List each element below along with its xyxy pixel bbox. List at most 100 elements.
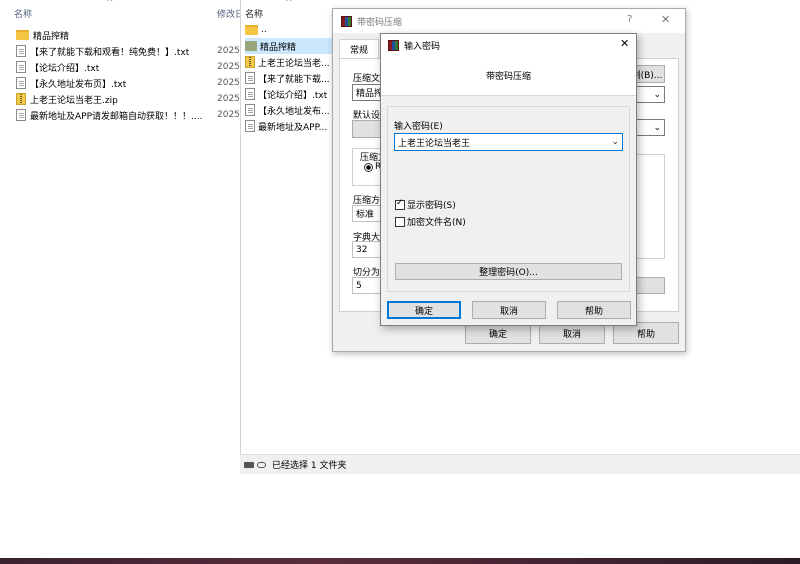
- show-password-label: 显示密码(S): [407, 201, 456, 211]
- txt-file-icon: [245, 104, 255, 116]
- file-name: 【论坛介绍】.txt: [30, 63, 100, 74]
- chevron-down-icon: ⌄: [653, 122, 661, 133]
- cancel-button-label: 取消: [562, 329, 581, 340]
- dialog-titlebar: 输入密码: [381, 34, 636, 56]
- winrar-icon: [388, 39, 399, 51]
- column-header-name[interactable]: 名称: [14, 7, 32, 20]
- dialog-header-text: 带密码压缩: [485, 72, 531, 82]
- set-password-button[interactable]: [633, 277, 665, 294]
- file-row-selected[interactable]: 精品搾精: [245, 38, 335, 54]
- drive-icon: [244, 461, 254, 468]
- password-label: 输入密码(E): [394, 122, 443, 132]
- taskbar-strip: [0, 558, 800, 564]
- format-rar-radio[interactable]: R: [364, 162, 381, 172]
- file-row[interactable]: 【永久地址发布...: [245, 102, 330, 118]
- dictionary-value: 32: [356, 244, 368, 255]
- file-name: 精品搾精: [33, 31, 70, 42]
- file-row[interactable]: 【来了就能下载...: [245, 70, 330, 86]
- tab-general-label: 常规: [349, 46, 368, 56]
- ok-button-label: 确定: [488, 329, 507, 340]
- file-name: 【论坛介绍】.txt: [258, 90, 328, 101]
- cancel-button-label: 取消: [499, 306, 518, 317]
- txt-file-icon: [16, 109, 26, 121]
- file-row[interactable]: 【论坛介绍】.txt: [245, 86, 327, 102]
- show-password-checkbox[interactable]: 显示密码(S): [395, 198, 456, 211]
- file-row[interactable]: 精品搾精: [16, 27, 69, 43]
- split-volume-field[interactable]: 5: [352, 277, 382, 294]
- txt-file-icon: [245, 88, 255, 100]
- file-row[interactable]: ..: [245, 22, 267, 38]
- password-input[interactable]: 上老王论坛当老王 ⌄: [394, 133, 623, 151]
- winrar-icon: [341, 15, 352, 27]
- file-date: 2025: [217, 94, 240, 104]
- dictionary-select[interactable]: 32: [352, 241, 382, 258]
- column-header-name[interactable]: 名称: [245, 7, 263, 20]
- ok-button[interactable]: 确定: [387, 301, 461, 319]
- txt-file-icon: [245, 72, 255, 84]
- archive-name-label: 压缩文: [353, 74, 381, 84]
- zip-file-icon: [16, 93, 26, 105]
- txt-file-icon: [245, 120, 255, 132]
- help-button-label: 帮助: [636, 329, 655, 340]
- status-bar: 已经选择 1 文件夹: [240, 454, 800, 474]
- sort-arrow-icon: ^: [106, 0, 114, 8]
- file-row[interactable]: 上老王论坛当老王.zip: [16, 91, 118, 107]
- file-name: 【永久地址发布页】.txt: [30, 79, 127, 90]
- file-name: ..: [261, 25, 267, 35]
- folder-up-icon: [245, 25, 258, 35]
- file-row[interactable]: 【论坛介绍】.txt: [16, 59, 99, 75]
- sort-arrow-icon: ^: [285, 0, 293, 8]
- archive-options-group: [633, 154, 665, 259]
- txt-file-icon: [16, 77, 26, 89]
- archive-name-value: 精品搾: [356, 89, 384, 99]
- file-row[interactable]: 【永久地址发布页】.txt: [16, 75, 126, 91]
- ok-button-label: 确定: [414, 306, 433, 317]
- method-select[interactable]: 标准: [352, 205, 382, 222]
- file-name: 上老王论坛当老王.zip: [30, 95, 118, 106]
- file-name: 最新地址及APP...: [258, 122, 328, 133]
- dialog-header: 带密码压缩: [381, 56, 636, 96]
- file-name: 【来了就能下载...: [258, 74, 330, 85]
- method-value: 标准: [356, 210, 375, 220]
- chevron-down-icon: ⌄: [611, 137, 619, 147]
- checkbox-unchecked-icon: [395, 216, 405, 227]
- zip-file-icon: [245, 56, 255, 68]
- file-date: 2025: [217, 62, 240, 72]
- file-row[interactable]: 最新地址及APP请发邮箱自动获取！！！....: [16, 107, 202, 123]
- file-name: 精品搾精: [260, 42, 297, 53]
- cancel-button[interactable]: 取消: [472, 301, 546, 319]
- update-mode-select[interactable]: ⌄: [633, 86, 665, 103]
- dialog-title: 输入密码: [404, 41, 441, 52]
- close-icon[interactable]: ✕: [661, 13, 670, 26]
- txt-file-icon: [16, 61, 26, 73]
- dialog-title: 带密码压缩: [357, 17, 403, 28]
- chevron-down-icon: ⌄: [653, 89, 661, 100]
- split-value: 5: [356, 280, 362, 291]
- file-row[interactable]: 上老王论坛当老...: [245, 54, 330, 70]
- key-icon: [257, 461, 266, 468]
- tab-general[interactable]: 常规: [339, 39, 379, 59]
- folder-icon: [245, 41, 257, 51]
- file-date: 2025: [217, 110, 240, 120]
- file-date: 2025: [217, 78, 240, 88]
- encrypt-filenames-checkbox[interactable]: 加密文件名(N): [395, 215, 466, 228]
- options-select[interactable]: ⌄: [633, 119, 665, 136]
- file-name: 上老王论坛当老...: [258, 58, 330, 69]
- help-button-label: 帮助: [584, 306, 603, 317]
- file-row[interactable]: 最新地址及APP...: [245, 118, 327, 134]
- profiles-button[interactable]: [352, 120, 382, 138]
- enter-password-dialog: 输入密码 ✕ 带密码压缩 输入密码(E) 上老王论坛当老王 ⌄ 显示密码(S) …: [380, 33, 637, 326]
- folder-icon: [16, 30, 29, 40]
- help-icon[interactable]: ?: [627, 14, 632, 25]
- file-name: 【永久地址发布...: [258, 106, 330, 117]
- file-name: 最新地址及APP请发邮箱自动获取！！！....: [30, 111, 203, 122]
- organize-passwords-button[interactable]: 整理密码(O)...: [395, 263, 622, 280]
- password-value: 上老王论坛当老王: [398, 138, 471, 149]
- encrypt-filenames-label: 加密文件名(N): [407, 218, 466, 228]
- file-date: 2025: [217, 46, 240, 56]
- file-name: 【来了就能下载和观看！纯免费！】.txt: [30, 47, 190, 58]
- close-icon[interactable]: ✕: [620, 37, 629, 50]
- help-button[interactable]: 帮助: [557, 301, 631, 319]
- txt-file-icon: [16, 45, 26, 57]
- file-row[interactable]: 【来了就能下载和观看！纯免费！】.txt: [16, 43, 189, 59]
